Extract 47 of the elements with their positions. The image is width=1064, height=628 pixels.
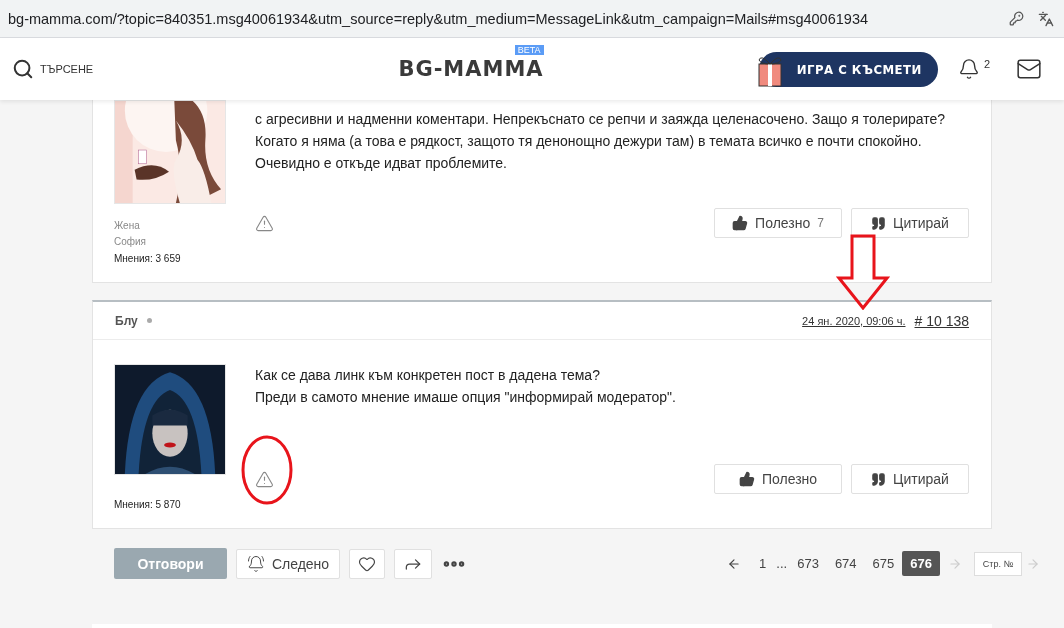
- post-date-link[interactable]: 24 ян. 2020, 09:06 ч.: [802, 314, 906, 327]
- warning-icon[interactable]: [255, 213, 274, 233]
- thumbs-up-icon: [732, 215, 749, 231]
- annotation-circle: [240, 434, 294, 506]
- useful-button[interactable]: Полезно: [714, 464, 842, 494]
- heart-icon: [358, 554, 376, 573]
- warning-icon[interactable]: [255, 469, 274, 489]
- quote-icon: [871, 471, 887, 487]
- share-button[interactable]: [394, 548, 432, 579]
- notifications-button[interactable]: 2: [957, 58, 990, 80]
- site-logo[interactable]: BG-MAMMA: [398, 57, 544, 81]
- post-count: Мнения: 5 870: [114, 499, 182, 510]
- post-count: Мнения: 3 659: [114, 253, 182, 264]
- search-icon: [12, 58, 34, 80]
- author-name[interactable]: Блу: [115, 313, 138, 328]
- quote-icon: [871, 215, 887, 231]
- previous-page-icon[interactable]: [727, 556, 742, 571]
- useful-button[interactable]: Полезно 7: [714, 208, 842, 238]
- page-link[interactable]: 675: [864, 551, 903, 576]
- bell-icon: [957, 58, 980, 80]
- profile-info: Жена: [114, 219, 141, 233]
- post-text: Очевидно е откъде идват проблемите.: [255, 154, 508, 173]
- post-text: Как се дава линк към конкретен пост в дадена тема?: [255, 366, 601, 385]
- quote-button[interactable]: Цитирай: [851, 464, 969, 494]
- thumbs-up-icon: [738, 471, 755, 487]
- post-text: с агресивни и надменни коментари. Непрекъснато се репчи и заяжда целенасочено. Защо я толерирате?: [255, 110, 947, 129]
- favorite-button[interactable]: [349, 548, 385, 579]
- page-link[interactable]: 673: [789, 551, 827, 576]
- promo-button[interactable]: ИГРА С КЪСМЕТИ: [758, 51, 938, 87]
- page-link[interactable]: 676: [902, 551, 940, 576]
- bell-icon: [246, 554, 265, 573]
- post-number-link[interactable]: # 10 138: [914, 312, 969, 329]
- search-button[interactable]: ТЪРСЕНЕ: [12, 58, 94, 80]
- page-link[interactable]: 1: [751, 551, 775, 576]
- page-gap: ...: [775, 556, 789, 571]
- beta-badge: BETA: [514, 45, 544, 55]
- page-number-field[interactable]: Стр. №: [974, 551, 1022, 576]
- quote-button[interactable]: Цитирай: [851, 208, 969, 238]
- translate-icon[interactable]: [1038, 10, 1054, 27]
- key-icon[interactable]: [1009, 11, 1024, 26]
- status-dot-icon: [146, 318, 152, 323]
- post-text: Преди в самото мнение имаше опция "информирай модератор".: [255, 388, 677, 407]
- profile-info: София: [114, 235, 147, 249]
- url-text[interactable]: bg-mamma.com/?topic=840351.msg40061934&utm_source=reply&utm_medium=MessageLink&utm_campaign=Mails#msg40061934: [8, 10, 995, 27]
- follow-button[interactable]: Следено: [236, 548, 340, 579]
- page-link[interactable]: 674: [826, 551, 865, 576]
- post-text: Когато я няма (а това е рядкост, защото тя денонощно дежури там) в темата всичко е почти спокойно.: [255, 132, 923, 151]
